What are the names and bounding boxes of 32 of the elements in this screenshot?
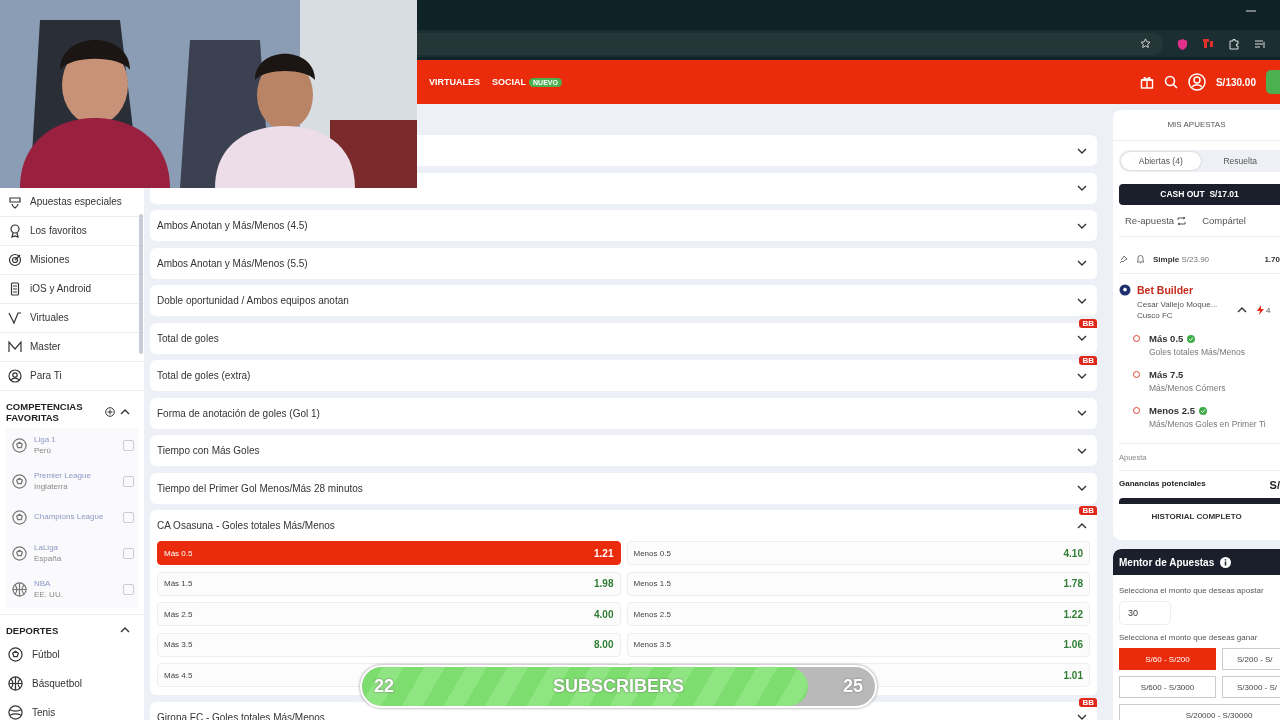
country-name: España	[34, 553, 63, 565]
bet-type: Simple S/23.90	[1153, 254, 1210, 264]
selection-pick: Más 0.5	[1149, 333, 1184, 345]
payout-value: S/	[1269, 479, 1280, 492]
boost-value: 4	[1266, 305, 1271, 315]
selection-pick: Menos 2.5	[1149, 405, 1195, 417]
bet-builder-badge: BB	[1079, 318, 1097, 328]
country-name: EE. UU.	[34, 589, 64, 601]
section-title: DEPORTES	[6, 624, 60, 637]
team-name: Cesar Vallejo Moque...	[1137, 299, 1219, 311]
section-title: COMPETENCIAS FAVORITAS	[6, 401, 84, 424]
selection-pick: Más 7.5	[1149, 369, 1184, 381]
bet-builder-badge: BB	[1079, 356, 1097, 365]
selection-market: Goles totales Más/Menos	[1149, 347, 1246, 358]
country-name: Perú	[34, 445, 52, 457]
mentor-title: Mentor de Apuestas	[1119, 556, 1215, 568]
payout-label: Ganancias potenciales	[1119, 479, 1206, 491]
field-label: Selecciona el monto que deseas ganar	[1118, 632, 1259, 642]
start-count: 22	[374, 676, 395, 697]
field-label: Selecciona el monto que deseas apostar	[1118, 585, 1265, 595]
goal-count: 25	[842, 676, 863, 697]
selection-market: Más/Menos Goles en Primer Ti	[1149, 419, 1267, 430]
progress-label: SUBSCRIBERS	[553, 676, 684, 697]
bet-builder-badge: BB	[1079, 697, 1097, 707]
bet-builder-title: Bet Builder	[1137, 284, 1193, 296]
bet-builder-badge: BB	[1079, 506, 1097, 515]
balance-amount: S/130.00	[1215, 76, 1256, 88]
bet-odds: 1.70	[1264, 254, 1280, 264]
selection-market: Más/Menos Córners	[1149, 383, 1227, 394]
team-name: Cusco FC	[1137, 310, 1174, 322]
panel-title: MIS APUESTAS	[1113, 110, 1280, 141]
country-name: Inglaterra	[34, 481, 69, 493]
